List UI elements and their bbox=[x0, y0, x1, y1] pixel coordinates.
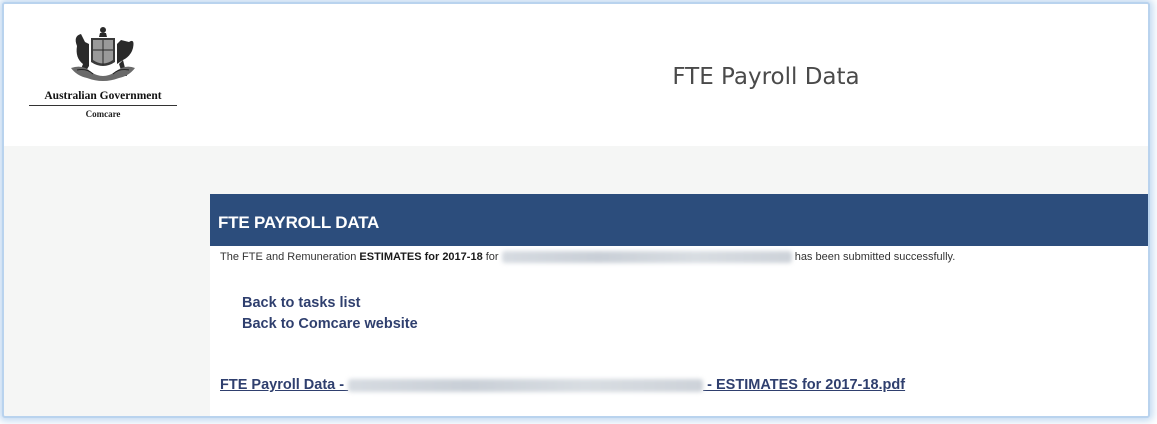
back-to-tasks-link[interactable]: Back to tasks list bbox=[242, 293, 1148, 314]
logo-government-name: Australian Government bbox=[44, 90, 162, 102]
page-title-wrap: FTE Payroll Data bbox=[4, 64, 1148, 90]
back-to-website-link[interactable]: Back to Comcare website bbox=[242, 314, 1148, 335]
browser-frame: Australian Government Comcare FTE Payrol… bbox=[2, 2, 1150, 418]
message-for: for bbox=[482, 251, 502, 263]
navigation-links: Back to tasks list Back to Comcare websi… bbox=[210, 263, 1148, 335]
pdf-link-prefix: FTE Payroll Data - bbox=[220, 377, 349, 393]
logo-agency-name: Comcare bbox=[85, 109, 121, 119]
message-prefix: The FTE and Remuneration bbox=[220, 251, 360, 263]
message-suffix: has been submitted successfully. bbox=[791, 251, 956, 263]
redacted-department-name bbox=[501, 251, 792, 264]
panel-heading: FTE PAYROLL DATA bbox=[210, 194, 1148, 246]
page-title: FTE Payroll Data bbox=[672, 64, 860, 90]
redacted-department-name-pdf bbox=[348, 378, 704, 392]
page-header: Australian Government Comcare FTE Payrol… bbox=[4, 4, 1148, 146]
pdf-download-link[interactable]: FTE Payroll Data - - ESTIMATES for 2017-… bbox=[220, 377, 905, 393]
logo-divider bbox=[29, 105, 177, 106]
message-emphasis: ESTIMATES for 2017-18 bbox=[359, 251, 483, 263]
pdf-link-suffix: - ESTIMATES for 2017-18.pdf bbox=[703, 377, 906, 393]
content-panel: FTE PAYROLL DATA The FTE and Remuneratio… bbox=[210, 194, 1148, 416]
success-message: The FTE and Remuneration ESTIMATES for 2… bbox=[210, 246, 1148, 264]
